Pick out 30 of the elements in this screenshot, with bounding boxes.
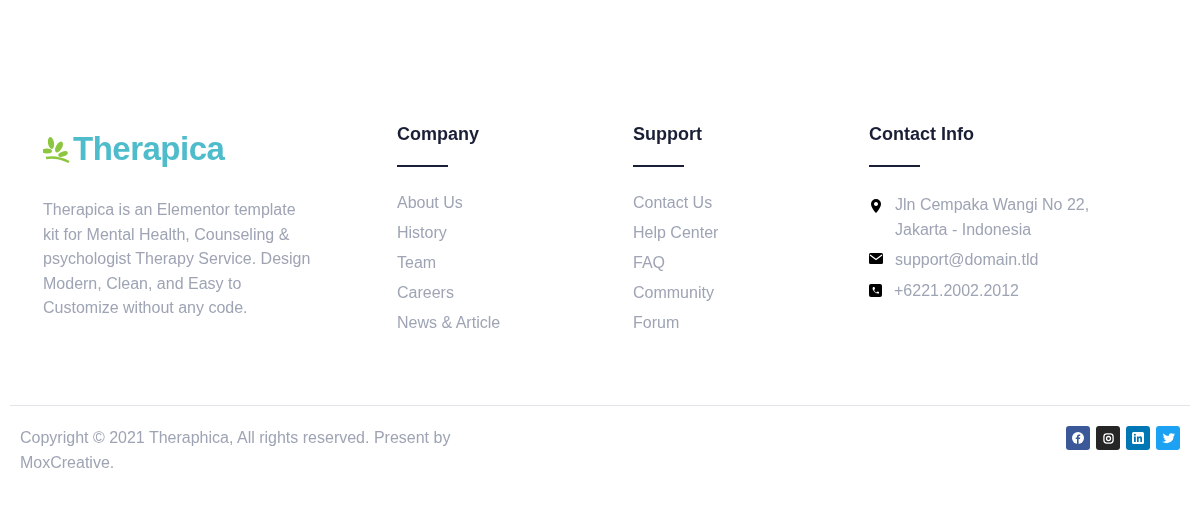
footer-link[interactable]: About Us: [397, 193, 463, 213]
footer-link[interactable]: Team: [397, 253, 437, 273]
location-pin-icon: [871, 199, 881, 213]
column-heading: Contact Info: [869, 123, 975, 145]
footer-link[interactable]: Careers: [397, 283, 454, 303]
footer-link[interactable]: Help Center: [633, 223, 719, 243]
bird-icon: [1161, 432, 1175, 444]
twitter-button[interactable]: [1156, 426, 1180, 450]
phone-icon: [869, 283, 882, 297]
footer-link[interactable]: Forum: [633, 313, 680, 333]
footer-link[interactable]: FAQ: [633, 253, 665, 273]
footer-link[interactable]: Community: [633, 283, 714, 303]
envelope-icon: [869, 253, 883, 264]
brand-logo[interactable]: Therapica: [73, 130, 225, 168]
column-heading: Support: [633, 123, 703, 145]
brand-description: Therapica is an Elementor template kit for Mental Health, Counseling & psychologist Therapy Service. Design Modern, Clean, and Easy to Customize without any code.: [43, 200, 312, 318]
footer-link[interactable]: News & Article: [397, 313, 501, 333]
facebook-icon: [1072, 432, 1084, 444]
contact-text: support@domain.tld: [895, 250, 1040, 270]
linkedin-button[interactable]: [1126, 426, 1150, 450]
copyright-text: Copyright © 2021 Theraphica, All rights reserved. Present by MoxCreative.: [20, 428, 452, 473]
instagram-button[interactable]: [1096, 426, 1120, 450]
column-heading: Company: [397, 123, 480, 145]
instagram-icon: [1102, 432, 1114, 444]
contact-text: +6221.2002.2012: [894, 280, 1020, 301]
linkedin-icon: [1132, 432, 1144, 444]
facebook-button[interactable]: [1066, 426, 1090, 450]
footer-link[interactable]: Contact Us: [633, 193, 713, 213]
contact-text: Jln Cempaka Wangi No 22, Jakarta - Indonesia: [895, 195, 1091, 240]
footer-link[interactable]: History: [397, 223, 447, 243]
